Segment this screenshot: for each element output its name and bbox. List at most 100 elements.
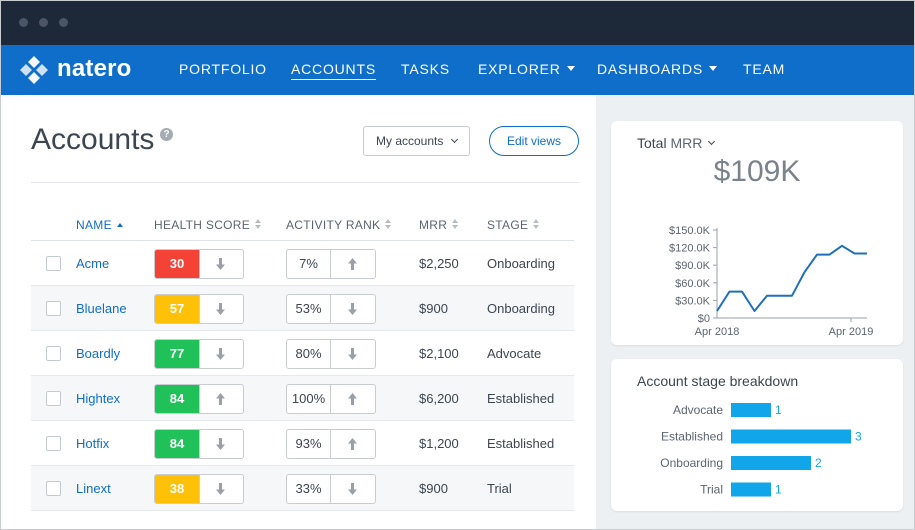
arrow-down-icon xyxy=(348,483,357,495)
arrow-up-icon xyxy=(348,258,357,270)
column-header-stage[interactable]: STAGE xyxy=(487,218,540,232)
activity-rank-value: 100% xyxy=(287,385,331,413)
table-row[interactable]: Boardly 77 80% $2,100 Advocate xyxy=(31,331,574,376)
rank-trend-button[interactable] xyxy=(330,430,375,458)
health-score-badge: 38 xyxy=(155,475,199,503)
health-score-cell: 30 xyxy=(154,249,244,279)
table-row[interactable]: Bluelane 57 53% $900 Onboarding xyxy=(31,286,574,331)
arrow-down-icon xyxy=(216,258,225,270)
rank-trend-button[interactable] xyxy=(330,295,375,323)
row-checkbox[interactable] xyxy=(46,256,61,271)
arrow-down-icon xyxy=(348,303,357,315)
bar-category-label: Onboarding xyxy=(660,456,723,470)
column-header-activity-rank[interactable]: ACTIVITY RANK xyxy=(286,218,392,232)
health-score-badge: 84 xyxy=(155,430,199,458)
brand-name[interactable]: natero xyxy=(57,55,132,83)
arrow-down-icon xyxy=(348,348,357,360)
chevron-down-icon xyxy=(450,135,459,144)
health-trend-button[interactable] xyxy=(198,340,243,368)
arrow-down-icon xyxy=(216,483,225,495)
health-score-badge: 77 xyxy=(155,340,199,368)
nav-item-tasks[interactable]: TASKS xyxy=(401,61,450,77)
activity-rank-value: 93% xyxy=(287,430,331,458)
rank-trend-button[interactable] xyxy=(330,475,375,503)
account-name-link[interactable]: Linext xyxy=(76,481,111,496)
rank-trend-button[interactable] xyxy=(330,250,375,278)
row-checkbox[interactable] xyxy=(46,481,61,496)
arrow-down-icon xyxy=(216,348,225,360)
nav-item-explorer[interactable]: EXPLORER xyxy=(478,61,575,77)
stage-bar[interactable] xyxy=(731,429,851,444)
table-row[interactable]: Linext 38 33% $900 Trial xyxy=(31,466,574,511)
row-checkbox[interactable] xyxy=(46,436,61,451)
caret-down-icon xyxy=(709,66,718,71)
row-checkbox[interactable] xyxy=(46,346,61,361)
bar-value-label: 2 xyxy=(815,456,822,470)
health-score-cell: 84 xyxy=(154,384,244,414)
bar-value-label: 1 xyxy=(775,403,782,417)
health-trend-button[interactable] xyxy=(198,430,243,458)
header-divider xyxy=(31,182,579,183)
stage-value: Trial xyxy=(487,481,512,496)
health-trend-button[interactable] xyxy=(198,475,243,503)
activity-rank-value: 7% xyxy=(287,250,331,278)
rank-trend-button[interactable] xyxy=(330,385,375,413)
page-title: Accounts xyxy=(31,123,155,156)
mrr-card: Total MRR $109K $150.0K $120.0K $90.0K $60.… xyxy=(611,121,903,345)
account-name-link[interactable]: Boardly xyxy=(76,346,120,361)
health-trend-button[interactable] xyxy=(198,250,243,278)
health-score-cell: 57 xyxy=(154,294,244,324)
nav-item-label: TASKS xyxy=(401,61,450,77)
column-header-mrr[interactable]: MRR xyxy=(419,218,459,232)
sort-asc-icon xyxy=(116,223,123,227)
row-checkbox[interactable] xyxy=(46,391,61,406)
mrr-value: $900 xyxy=(419,301,448,316)
account-name-link[interactable]: Bluelane xyxy=(76,301,127,316)
activity-rank-cell: 80% xyxy=(286,339,376,369)
stage-bar[interactable] xyxy=(731,403,771,417)
account-name-link[interactable]: Acme xyxy=(76,256,109,271)
stage-bar[interactable] xyxy=(731,482,771,497)
table-row[interactable]: Acme 30 7% $2,250 Onboarding xyxy=(31,241,574,286)
arrow-up-icon xyxy=(348,393,357,405)
title-bar xyxy=(1,1,914,45)
window-dot-close[interactable] xyxy=(19,18,28,27)
activity-rank-cell: 53% xyxy=(286,294,376,324)
rank-trend-button[interactable] xyxy=(330,340,375,368)
arrow-down-icon xyxy=(216,438,225,450)
x-tick-label: Apr 2018 xyxy=(695,326,740,338)
mrr-series-line xyxy=(716,244,867,312)
mrr-value: $1,200 xyxy=(419,436,459,451)
table-row[interactable]: Hotfix 84 93% $1,200 Established xyxy=(31,421,574,466)
stage-value: Established xyxy=(487,391,555,406)
column-header-health-score[interactable]: HEALTH SCORE xyxy=(154,218,262,232)
nav-item-label: ACCOUNTS xyxy=(291,61,376,77)
health-trend-button[interactable] xyxy=(198,385,243,413)
y-tick-label: $30.0K xyxy=(675,295,711,307)
edit-views-button[interactable]: Edit views xyxy=(489,126,579,156)
window-dot-maximize[interactable] xyxy=(59,18,68,27)
row-checkbox[interactable] xyxy=(46,301,61,316)
nav-item-portfolio[interactable]: PORTFOLIO xyxy=(179,61,267,77)
nav-item-accounts[interactable]: ACCOUNTS xyxy=(291,61,376,80)
column-header-name[interactable]: NAME xyxy=(76,218,123,232)
health-trend-button[interactable] xyxy=(198,295,243,323)
view-selector-dropdown[interactable]: My accounts xyxy=(363,126,470,156)
account-name-link[interactable]: Hightex xyxy=(76,391,120,406)
y-tick-label: $90.0K xyxy=(675,260,711,272)
nav-item-dashboards[interactable]: DASHBOARDS xyxy=(597,61,718,77)
window-dot-minimize[interactable] xyxy=(39,18,48,27)
arrow-up-icon xyxy=(348,438,357,450)
health-score-badge: 84 xyxy=(155,385,199,413)
natero-logo-icon[interactable] xyxy=(19,55,49,85)
nav-item-team[interactable]: TEAM xyxy=(743,61,785,77)
help-icon[interactable]: ? xyxy=(160,128,173,141)
mrr-value: $6,200 xyxy=(419,391,459,406)
table-row[interactable]: Hightex 84 100% $6,200 Established xyxy=(31,376,574,421)
sort-icon xyxy=(533,219,540,229)
activity-rank-cell: 93% xyxy=(286,429,376,459)
stage-bar[interactable] xyxy=(731,456,811,470)
account-name-link[interactable]: Hotfix xyxy=(76,436,109,451)
caret-down-icon xyxy=(566,66,575,71)
stage-breakdown-card: Account stage breakdown Advocate 1 Establi… xyxy=(611,359,903,511)
